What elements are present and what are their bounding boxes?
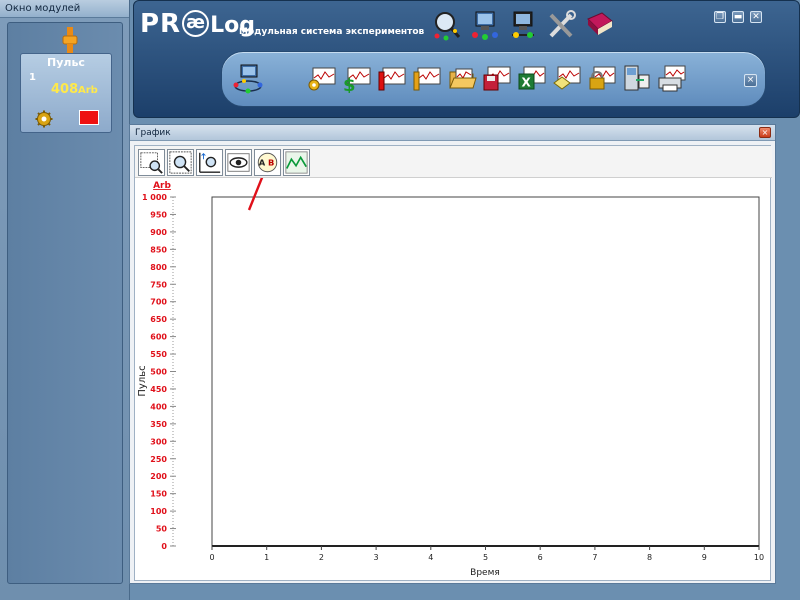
top-icon-bar bbox=[432, 9, 614, 41]
graph-dollar-icon[interactable]: $ bbox=[342, 63, 372, 93]
restore-icon[interactable]: ❐ bbox=[714, 11, 726, 23]
app-subtitle: Модульная система экспериментов bbox=[239, 27, 425, 37]
graph-settings-icon[interactable] bbox=[307, 63, 337, 93]
y-tick-label: 950 bbox=[150, 210, 167, 219]
computer-network-icon[interactable] bbox=[470, 9, 500, 41]
graph-info-icon[interactable] bbox=[377, 63, 407, 93]
x-tick-label: 7 bbox=[592, 553, 597, 562]
y-tick-label: 350 bbox=[150, 420, 167, 429]
y-tick-label: 700 bbox=[150, 298, 167, 307]
graph-toolbar: A B bbox=[135, 146, 772, 178]
y-tick-label: 550 bbox=[150, 350, 167, 359]
graph-close-button[interactable]: × bbox=[759, 127, 771, 138]
y-tick-label: 750 bbox=[150, 280, 167, 289]
zoom-fit-icon[interactable] bbox=[167, 149, 194, 176]
auto-scale-icon[interactable]: A B bbox=[254, 149, 281, 176]
y-tick-label: 500 bbox=[150, 368, 167, 377]
x-tick-label: 8 bbox=[647, 553, 652, 562]
x-tick-label: 4 bbox=[428, 553, 433, 562]
y-tick-label: 850 bbox=[150, 245, 167, 254]
logo-pr: PR bbox=[140, 9, 182, 39]
graph-marker-icon[interactable] bbox=[412, 63, 442, 93]
module-panel: Пульс 1 408 Arb bbox=[7, 22, 123, 584]
plot-frame bbox=[211, 196, 760, 547]
curve-icon[interactable] bbox=[283, 149, 310, 176]
x-axis-label: Время bbox=[470, 568, 500, 578]
module-unit: Arb bbox=[78, 85, 98, 96]
svg-text:A: A bbox=[259, 158, 266, 168]
toolbar-icon-row: $ X bbox=[307, 63, 687, 93]
axes-layer: 0501001502002503003504004505005506006507… bbox=[142, 193, 764, 562]
module-name: Пульс bbox=[47, 56, 85, 69]
y-tick-label: 450 bbox=[150, 385, 167, 394]
module-window-title: Окно модулей bbox=[0, 0, 129, 18]
y-tick-label: 300 bbox=[150, 437, 167, 446]
x-tick-label: 2 bbox=[319, 553, 324, 562]
module-value: 408 bbox=[51, 82, 79, 97]
graph-area: 0 50 100 150 200 250 300 350 400 450 500 550 600 650 7… bbox=[134, 145, 772, 582]
y-tick-label: 600 bbox=[150, 333, 167, 342]
x-tick-label: 9 bbox=[702, 553, 707, 562]
main-toolbar: $ X × bbox=[221, 51, 766, 107]
y-axis-label: Пульс bbox=[137, 365, 148, 396]
y-tick-label: 800 bbox=[150, 263, 167, 272]
y-tick-label: 50 bbox=[156, 525, 168, 534]
y-tick-label: 900 bbox=[150, 228, 167, 237]
graph-window-titlebar: График × bbox=[130, 125, 775, 141]
save-disk-icon[interactable] bbox=[482, 63, 512, 93]
app-banner: PRæLog Модульная система экспериментов bbox=[133, 0, 800, 118]
module-card-pulse[interactable]: Пульс 1 408 Arb bbox=[20, 53, 112, 133]
close-icon[interactable]: ✕ bbox=[750, 11, 762, 23]
y-tick-label: 650 bbox=[150, 315, 167, 324]
x-tick-label: 0 bbox=[209, 553, 214, 562]
y-tick-label: 0 bbox=[161, 542, 167, 551]
minimize-icon[interactable]: ▬ bbox=[732, 11, 744, 23]
graph-lock-icon[interactable] bbox=[587, 63, 617, 93]
zoom-area-icon[interactable] bbox=[138, 149, 165, 176]
svg-text:B: B bbox=[268, 158, 274, 168]
toolbar-close-button[interactable]: × bbox=[744, 74, 757, 87]
connect-sensor-icon[interactable] bbox=[232, 62, 264, 94]
graph-window-title: График bbox=[135, 128, 171, 138]
x-tick-label: 3 bbox=[374, 553, 379, 562]
graph-window: График × 0 50 100 150 200 250 300 350 400 450 500 5… bbox=[129, 124, 776, 584]
plot-canvas[interactable]: 0501001502002503003504004505005506006507… bbox=[135, 146, 772, 582]
prolog-logo: PR æ Log bbox=[140, 9, 255, 39]
x-tick-label: 1 bbox=[264, 553, 269, 562]
module-number: 1 bbox=[29, 72, 36, 83]
eye-icon[interactable] bbox=[225, 149, 252, 176]
export-excel-icon[interactable]: X bbox=[517, 63, 547, 93]
open-folder-icon[interactable] bbox=[447, 63, 477, 93]
y-tick-label: 250 bbox=[150, 455, 167, 464]
y-unit-label: Arb bbox=[153, 181, 171, 191]
search-module-icon[interactable] bbox=[432, 9, 462, 41]
x-tick-label: 5 bbox=[483, 553, 488, 562]
zoom-axis-icon[interactable] bbox=[196, 149, 223, 176]
y-tick-label: 150 bbox=[150, 490, 167, 499]
svg-text:$: $ bbox=[343, 75, 356, 93]
print-icon[interactable] bbox=[657, 63, 687, 93]
module-window: Окно модулей Пульс 1 408 Arb bbox=[0, 0, 130, 600]
logo-ae: æ bbox=[182, 10, 210, 37]
tools-icon[interactable] bbox=[546, 9, 576, 41]
computer-connect-icon[interactable] bbox=[508, 9, 538, 41]
y-tick-label: 200 bbox=[150, 472, 167, 481]
graph-eraser-icon[interactable] bbox=[552, 63, 582, 93]
gear-icon[interactable] bbox=[35, 110, 53, 128]
module-status-indicator[interactable] bbox=[79, 110, 99, 125]
x-tick-label: 6 bbox=[538, 553, 543, 562]
x-tick-label: 10 bbox=[754, 553, 764, 562]
y-tick-label: 400 bbox=[150, 402, 167, 411]
svg-text:X: X bbox=[522, 76, 532, 90]
y-tick-label: 1 000 bbox=[142, 193, 167, 202]
device-transfer-icon[interactable] bbox=[622, 63, 652, 93]
y-tick-label: 100 bbox=[150, 507, 167, 516]
help-book-icon[interactable] bbox=[584, 9, 614, 41]
